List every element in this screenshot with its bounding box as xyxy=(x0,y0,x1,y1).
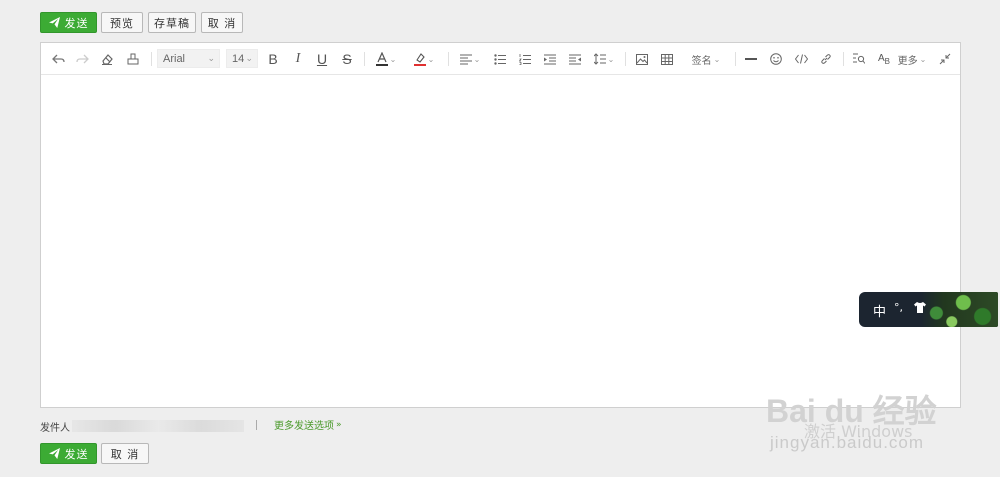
editor-toolbar: Arial ⌄ 14 ⌄ B I U S ⌄ ⌄ ⌄ ⌄ 签名 ⌄ AB 更多 … xyxy=(41,43,960,75)
more-send-options-link[interactable]: 更多发送选项 » xyxy=(274,417,342,433)
cancel-button-bottom[interactable]: 取 消 xyxy=(101,443,149,464)
sender-row: 发件人 xyxy=(40,418,70,434)
chevron-down-icon: ⌄ xyxy=(713,54,721,64)
numbered-list-icon[interactable] xyxy=(516,49,534,69)
italic-icon[interactable]: I xyxy=(289,49,307,69)
more-send-options-label: 更多发送选项 xyxy=(274,421,334,432)
ime-toolbar[interactable]: 中 °, xyxy=(859,292,998,327)
chevron-down-icon: ⌄ xyxy=(389,54,397,64)
code-icon[interactable] xyxy=(792,49,810,69)
case-icon[interactable]: AB xyxy=(875,49,893,69)
shirt-icon[interactable] xyxy=(914,302,926,316)
table-icon[interactable] xyxy=(658,49,676,69)
divider xyxy=(448,52,449,66)
undo-icon[interactable] xyxy=(49,49,67,69)
strikethrough-icon[interactable]: S xyxy=(338,49,356,69)
outdent-icon[interactable] xyxy=(566,49,584,69)
sender-label: 发件人 xyxy=(40,422,70,434)
signature-label: 签名 xyxy=(691,55,712,67)
ime-mode-label[interactable]: 中 xyxy=(873,301,886,320)
align-icon[interactable]: ⌄ xyxy=(457,49,483,69)
find-icon[interactable] xyxy=(850,49,868,69)
chevron-down-icon: ⌄ xyxy=(919,54,927,64)
font-family-value: Arial xyxy=(163,52,186,65)
divider xyxy=(364,52,365,66)
chevron-down-icon: ⌄ xyxy=(207,53,215,63)
divider xyxy=(625,52,626,66)
chevron-down-icon: ⌄ xyxy=(427,54,435,64)
bullet-list-icon[interactable] xyxy=(491,49,509,69)
cancel-button[interactable]: 取 消 xyxy=(201,12,243,33)
paper-plane-icon xyxy=(48,448,60,459)
underline-icon[interactable]: U xyxy=(313,49,331,69)
bold-icon[interactable]: B xyxy=(264,49,282,69)
divider xyxy=(256,420,257,430)
signature-select[interactable]: 签名 ⌄ xyxy=(686,49,726,69)
editor-content-area[interactable] xyxy=(41,75,960,407)
sender-address-blurred[interactable] xyxy=(72,420,244,432)
chevron-down-icon: ⌄ xyxy=(245,53,253,63)
divider xyxy=(151,52,152,66)
baidu-url-watermark: jingyan.baidu.com xyxy=(770,433,925,452)
emoji-icon[interactable] xyxy=(767,49,785,69)
send-label: 发送 xyxy=(64,16,89,30)
rich-text-editor: Arial ⌄ 14 ⌄ B I U S ⌄ ⌄ ⌄ ⌄ 签名 ⌄ AB 更多 … xyxy=(40,42,961,408)
send-button[interactable]: 发送 xyxy=(40,12,97,33)
more-label: 更多 xyxy=(897,55,918,67)
line-height-icon[interactable]: ⌄ xyxy=(591,49,617,69)
chevron-down-icon: ⌄ xyxy=(607,54,615,64)
image-icon[interactable] xyxy=(633,49,651,69)
link-icon[interactable] xyxy=(817,49,835,69)
collapse-icon[interactable] xyxy=(936,49,954,69)
highlight-icon[interactable]: ⌄ xyxy=(410,49,438,69)
horizontal-rule-icon[interactable] xyxy=(742,49,760,69)
eraser-icon[interactable] xyxy=(98,49,116,69)
more-menu[interactable]: 更多 ⌄ xyxy=(896,49,928,69)
font-color-icon[interactable]: ⌄ xyxy=(372,49,400,69)
preview-button[interactable]: 预览 xyxy=(101,12,143,33)
divider xyxy=(735,52,736,66)
font-family-select[interactable]: Arial ⌄ xyxy=(157,49,220,68)
ime-punct-label[interactable]: °, xyxy=(894,301,903,314)
send-button-bottom[interactable]: 发送 xyxy=(40,443,97,464)
redo-icon[interactable] xyxy=(73,49,91,69)
chevron-down-icon: ⌄ xyxy=(473,54,481,64)
send-label: 发送 xyxy=(64,447,89,461)
ime-skin-image xyxy=(921,292,998,327)
indent-icon[interactable] xyxy=(541,49,559,69)
double-chevron-down-icon: » xyxy=(336,419,342,430)
format-painter-icon[interactable] xyxy=(124,49,142,69)
divider xyxy=(843,52,844,66)
font-size-value: 14 xyxy=(232,52,245,65)
paper-plane-icon xyxy=(48,17,60,28)
font-size-select[interactable]: 14 ⌄ xyxy=(226,49,258,68)
save-draft-button[interactable]: 存草稿 xyxy=(148,12,196,33)
